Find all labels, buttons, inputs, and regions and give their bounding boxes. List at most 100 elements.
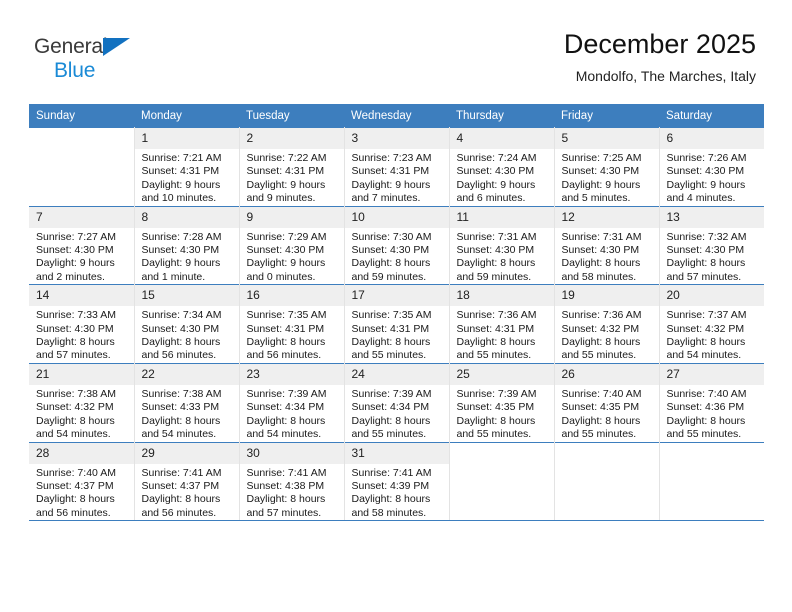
calendar-week-row: 21 Sunrise: 7:38 AM Sunset: 4:32 PM Dayligh…	[29, 362, 765, 442]
daylight-line1: Daylight: 9 hours	[141, 257, 221, 270]
calendar-day-cell[interactable]: 16 Sunrise: 7:35 AM Sunset: 4:31 PM Dayligh…	[239, 284, 345, 364]
calendar-day-cell[interactable]: 21 Sunrise: 7:38 AM Sunset: 4:32 PM Dayligh…	[29, 362, 135, 442]
day-number: 31	[344, 442, 449, 464]
calendar-day-cell[interactable]: 3 Sunrise: 7:23 AM Sunset: 4:31 PM Daylight…	[344, 127, 450, 207]
day-number: 6	[659, 128, 764, 149]
daylight-line2: and 56 minutes.	[246, 349, 322, 362]
sunrise-time: Sunrise: 7:39 AM	[456, 387, 537, 400]
sunset-time: Sunset: 4:35 PM	[561, 401, 640, 414]
daylight-line2: and 55 minutes.	[456, 428, 532, 441]
calendar-day-cell[interactable]: 23 Sunrise: 7:39 AM Sunset: 4:34 PM Dayligh…	[239, 362, 345, 442]
logo-word-general: General	[34, 35, 108, 58]
day-details: Sunrise: 7:36 AM Sunset: 4:31 PM Daylight:…	[450, 306, 554, 363]
day-number: 18	[449, 285, 554, 307]
daylight-line2: and 58 minutes.	[561, 270, 637, 283]
day-details: Sunrise: 7:38 AM Sunset: 4:33 PM Daylight:…	[135, 385, 239, 442]
day-details: Sunrise: 7:29 AM Sunset: 4:30 PM Daylight:…	[240, 228, 344, 285]
daylight-line1: Daylight: 8 hours	[561, 414, 641, 427]
sunset-time: Sunset: 4:30 PM	[561, 244, 640, 257]
weekday-sunday: Sunday	[29, 104, 134, 128]
day-number: 25	[449, 363, 554, 385]
generalblue-logo[interactable]: General Blue	[34, 36, 194, 88]
daylight-line2: and 59 minutes.	[351, 270, 427, 283]
calendar-day-cell[interactable]: 10 Sunrise: 7:30 AM Sunset: 4:30 PM Dayligh…	[344, 205, 450, 285]
sunrise-time: Sunrise: 7:41 AM	[141, 466, 222, 479]
calendar-day-cell[interactable]: 19 Sunrise: 7:36 AM Sunset: 4:32 PM Dayligh…	[554, 284, 660, 364]
calendar-day-cell[interactable]: 27 Sunrise: 7:40 AM Sunset: 4:36 PM Dayligh…	[659, 362, 765, 442]
calendar-day-cell[interactable]: 1 Sunrise: 7:21 AM Sunset: 4:31 PM Daylight…	[134, 127, 240, 207]
calendar-day-cell[interactable]: 4 Sunrise: 7:24 AM Sunset: 4:30 PM Daylight…	[449, 127, 555, 207]
calendar-day-cell[interactable]: 14 Sunrise: 7:33 AM Sunset: 4:30 PM Dayligh…	[29, 284, 135, 364]
sunrise-time: Sunrise: 7:38 AM	[141, 387, 222, 400]
calendar-day-cell[interactable]: 31 Sunrise: 7:41 AM Sunset: 4:39 PM Dayligh…	[344, 441, 450, 522]
calendar-day-cell[interactable]: 30 Sunrise: 7:41 AM Sunset: 4:38 PM Dayligh…	[239, 441, 345, 522]
sunrise-time: Sunrise: 7:36 AM	[456, 309, 537, 322]
day-details: Sunrise: 7:40 AM Sunset: 4:36 PM Daylight:…	[660, 385, 765, 442]
sunset-time: Sunset: 4:38 PM	[246, 479, 325, 492]
sunset-time: Sunset: 4:33 PM	[141, 401, 220, 414]
day-details: Sunrise: 7:30 AM Sunset: 4:30 PM Daylight:…	[345, 228, 449, 285]
weekday-header: Sunday Monday Tuesday Wednesday Thursday…	[29, 104, 764, 128]
daylight-line2: and 54 minutes.	[36, 428, 111, 441]
triangle-icon	[103, 38, 130, 56]
day-details: Sunrise: 7:41 AM Sunset: 4:38 PM Daylight:…	[240, 464, 344, 521]
sunset-time: Sunset: 4:31 PM	[246, 322, 325, 335]
weekday-thursday: Thursday	[449, 104, 554, 128]
calendar-day-cell[interactable]: 8 Sunrise: 7:28 AM Sunset: 4:30 PM Daylight…	[134, 205, 240, 285]
day-number: 5	[554, 128, 659, 149]
calendar-day-cell[interactable]: 22 Sunrise: 7:38 AM Sunset: 4:33 PM Dayligh…	[134, 362, 240, 442]
calendar-day-cell[interactable]: 12 Sunrise: 7:31 AM Sunset: 4:30 PM Dayligh…	[554, 205, 660, 285]
day-details: Sunrise: 7:39 AM Sunset: 4:34 PM Daylight:…	[345, 385, 449, 442]
daylight-line2: and 5 minutes.	[561, 192, 631, 205]
day-number: 1	[134, 128, 239, 149]
calendar-day-cell[interactable]: 9 Sunrise: 7:29 AM Sunset: 4:30 PM Daylight…	[239, 205, 345, 285]
day-number: 11	[449, 206, 554, 228]
sunset-time: Sunset: 4:31 PM	[351, 322, 430, 335]
day-details: Sunrise: 7:38 AM Sunset: 4:32 PM Daylight:…	[29, 385, 134, 442]
day-number	[659, 442, 764, 464]
calendar-day-cell[interactable]: 13 Sunrise: 7:32 AM Sunset: 4:30 PM Dayligh…	[659, 205, 764, 285]
daylight-line1: Daylight: 8 hours	[246, 336, 326, 349]
calendar-day-cell[interactable]: 20 Sunrise: 7:37 AM Sunset: 4:32 PM Dayligh…	[659, 284, 765, 364]
calendar-day-cell[interactable]: 29 Sunrise: 7:41 AM Sunset: 4:37 PM Dayligh…	[134, 441, 240, 522]
day-details: Sunrise: 7:37 AM Sunset: 4:32 PM Daylight:…	[660, 306, 765, 363]
weekday-monday: Monday	[134, 104, 239, 128]
day-number: 7	[29, 206, 134, 228]
calendar-day-cell[interactable]: 24 Sunrise: 7:39 AM Sunset: 4:34 PM Dayligh…	[344, 362, 450, 442]
sunrise-time: Sunrise: 7:26 AM	[666, 152, 747, 164]
sunset-time: Sunset: 4:30 PM	[666, 244, 745, 257]
calendar-day-cell[interactable]: 6 Sunrise: 7:26 AM Sunset: 4:30 PM Daylight…	[659, 127, 764, 207]
calendar-day-cell[interactable]: 17 Sunrise: 7:35 AM Sunset: 4:31 PM Dayligh…	[344, 284, 450, 364]
sunrise-time: Sunrise: 7:25 AM	[561, 152, 642, 164]
day-details: Sunrise: 7:40 AM Sunset: 4:37 PM Daylight:…	[29, 464, 134, 521]
calendar-day-cell[interactable]: 15 Sunrise: 7:34 AM Sunset: 4:30 PM Dayligh…	[134, 284, 240, 364]
sunrise-time: Sunrise: 7:34 AM	[141, 309, 222, 322]
daylight-line1: Daylight: 8 hours	[36, 414, 115, 427]
day-number: 29	[134, 442, 239, 464]
logo-word-blue: Blue	[54, 59, 96, 82]
calendar-day-cell[interactable]: 26 Sunrise: 7:40 AM Sunset: 4:35 PM Dayligh…	[554, 362, 660, 442]
sunrise-time: Sunrise: 7:31 AM	[456, 230, 537, 243]
calendar-day-cell[interactable]: 25 Sunrise: 7:39 AM Sunset: 4:35 PM Dayligh…	[449, 362, 555, 442]
calendar-day-cell[interactable]: 28 Sunrise: 7:40 AM Sunset: 4:37 PM Dayligh…	[29, 441, 135, 522]
daylight-line1: Daylight: 8 hours	[36, 493, 115, 506]
weekday-saturday: Saturday	[659, 104, 764, 128]
calendar-day-cell[interactable]: 18 Sunrise: 7:36 AM Sunset: 4:31 PM Dayligh…	[449, 284, 555, 364]
daylight-line2: and 4 minutes.	[666, 192, 736, 205]
sunrise-time: Sunrise: 7:40 AM	[666, 387, 747, 400]
daylight-line1: Daylight: 8 hours	[141, 336, 221, 349]
day-details: Sunrise: 7:25 AM Sunset: 4:30 PM Daylight:…	[555, 149, 659, 206]
daylight-line1: Daylight: 8 hours	[246, 414, 326, 427]
daylight-line2: and 54 minutes.	[141, 428, 217, 441]
day-number: 19	[554, 285, 659, 307]
calendar-day-cell[interactable]: 2 Sunrise: 7:22 AM Sunset: 4:31 PM Daylight…	[239, 127, 345, 207]
daylight-line2: and 0 minutes.	[246, 270, 316, 283]
daylight-line2: and 6 minutes.	[456, 192, 526, 205]
daylight-line1: Daylight: 9 hours	[456, 178, 536, 191]
calendar-day-cell[interactable]: 5 Sunrise: 7:25 AM Sunset: 4:30 PM Daylight…	[554, 127, 660, 207]
calendar-day-cell[interactable]: 11 Sunrise: 7:31 AM Sunset: 4:30 PM Dayligh…	[449, 205, 555, 285]
calendar-day-cell[interactable]: 7 Sunrise: 7:27 AM Sunset: 4:30 PM Daylight…	[29, 205, 135, 285]
day-number: 3	[344, 128, 449, 149]
daylight-line2: and 55 minutes.	[561, 428, 637, 441]
title-block: December 2025 Mondolfo, The Marches, Ita…	[564, 28, 756, 86]
